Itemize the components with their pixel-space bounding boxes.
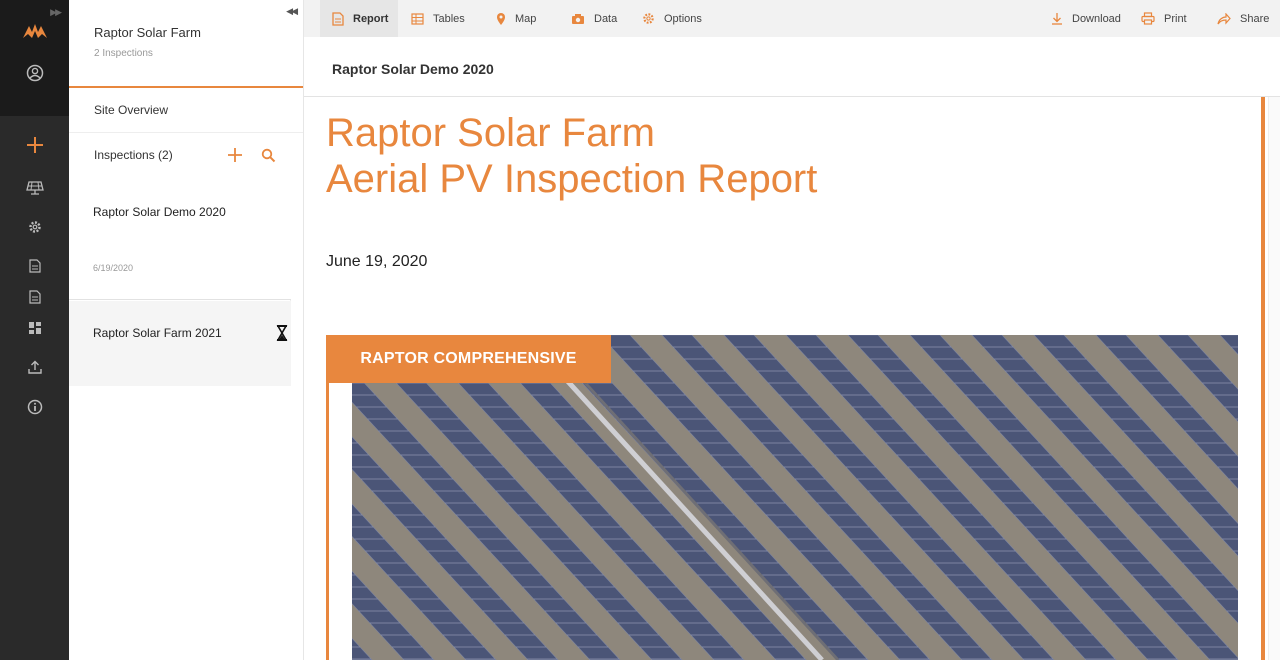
tab-report-label: Report — [353, 12, 389, 25]
dashboard-icon[interactable] — [0, 321, 69, 335]
info-icon[interactable] — [0, 399, 69, 415]
report-type-label: RAPTOR COMPREHENSIVE — [360, 350, 577, 367]
tab-data-label: Data — [594, 12, 618, 25]
nav-rail: ▶▶ — [0, 0, 69, 660]
hourglass-icon — [276, 325, 288, 346]
report-type-banner: RAPTOR COMPREHENSIVE — [326, 335, 611, 383]
print-button[interactable]: Print — [1141, 0, 1187, 37]
table-icon — [411, 12, 424, 25]
report-title-line1: Raptor Solar Farm — [326, 111, 655, 155]
document-icon[interactable] — [0, 259, 69, 273]
inspection-date: 6/19/2020 — [93, 263, 134, 273]
collapse-panel-icon[interactable]: ◀◀ — [286, 6, 298, 17]
report-icon — [332, 11, 344, 26]
tab-data[interactable]: Data — [571, 0, 617, 37]
share-icon — [1217, 12, 1231, 25]
inspection-card[interactable]: Raptor Solar Farm 2021 — [69, 301, 291, 386]
report-title: Raptor Solar Farm Aerial PV Inspection R… — [326, 110, 817, 202]
app-window: ▶▶ Raptor Solar Farm 2 Inspections ◀◀ Si… — [0, 0, 1280, 660]
tab-map[interactable]: Map — [496, 0, 536, 37]
report-toolbar: Report Tables Map Data Options Download … — [304, 0, 1280, 37]
report-view: Raptor Solar Demo 2020 Raptor Solar Farm… — [304, 37, 1280, 660]
tab-tables-label: Tables — [433, 12, 465, 25]
gear-icon — [643, 13, 654, 24]
panel-header: Raptor Solar Farm 2 Inspections ◀◀ — [69, 0, 303, 88]
report-header-title: Raptor Solar Demo 2020 — [332, 61, 494, 77]
inspection-name: Raptor Solar Demo 2020 — [93, 205, 226, 219]
expand-rail-icon[interactable]: ▶▶ — [50, 7, 62, 18]
header-divider — [304, 96, 1280, 97]
tab-report[interactable]: Report — [320, 0, 398, 37]
inspections-panel: Raptor Solar Farm 2 Inspections ◀◀ Site … — [69, 0, 304, 660]
tab-map-label: Map — [515, 12, 537, 25]
tab-options-label: Options — [664, 12, 702, 25]
tab-tables[interactable]: Tables — [411, 0, 465, 37]
map-pin-icon — [497, 12, 505, 25]
inspection-card[interactable]: Raptor Solar Demo 2020 6/19/2020 — [69, 180, 291, 300]
cover-photo-section: RAPTOR COMPREHENSIVE — [326, 335, 1238, 660]
solar-panel-icon[interactable] — [0, 180, 69, 196]
search-icon[interactable] — [261, 148, 276, 168]
report-page-edge — [1261, 97, 1265, 660]
download-button[interactable]: Download — [1051, 0, 1121, 37]
inspections-header: Inspections (2) — [69, 133, 303, 180]
site-title: Raptor Solar Farm — [94, 25, 201, 40]
share-label: Share — [1240, 12, 1270, 25]
document-icon[interactable] — [0, 290, 69, 304]
site-overview-label: Site Overview — [94, 103, 169, 117]
tab-options[interactable]: Options — [642, 0, 702, 37]
raptor-logo-icon[interactable] — [0, 22, 69, 40]
share-button[interactable]: Share — [1217, 0, 1269, 37]
print-label: Print — [1164, 12, 1187, 25]
gear-icon[interactable] — [0, 220, 69, 234]
inspection-list: Raptor Solar Demo 2020 6/19/2020 Raptor … — [69, 180, 291, 386]
inspections-label: Inspections (2) — [94, 148, 173, 162]
download-label: Download — [1072, 12, 1121, 25]
scrollbar[interactable] — [1268, 97, 1280, 660]
photo-accent-line — [326, 335, 329, 660]
user-circle-icon[interactable] — [0, 64, 69, 82]
aerial-solar-photo — [352, 335, 1238, 660]
upload-icon[interactable] — [0, 360, 69, 374]
inspection-name: Raptor Solar Farm 2021 — [93, 326, 222, 340]
report-date: June 19, 2020 — [326, 253, 428, 270]
report-title-line2: Aerial PV Inspection Report — [326, 157, 818, 201]
download-icon — [1052, 13, 1062, 25]
print-icon — [1141, 12, 1155, 25]
camera-icon — [572, 13, 584, 24]
site-overview-link[interactable]: Site Overview — [69, 88, 303, 133]
plus-icon[interactable] — [0, 136, 69, 154]
inspection-count: 2 Inspections — [94, 48, 153, 59]
add-inspection-icon[interactable] — [227, 147, 243, 168]
